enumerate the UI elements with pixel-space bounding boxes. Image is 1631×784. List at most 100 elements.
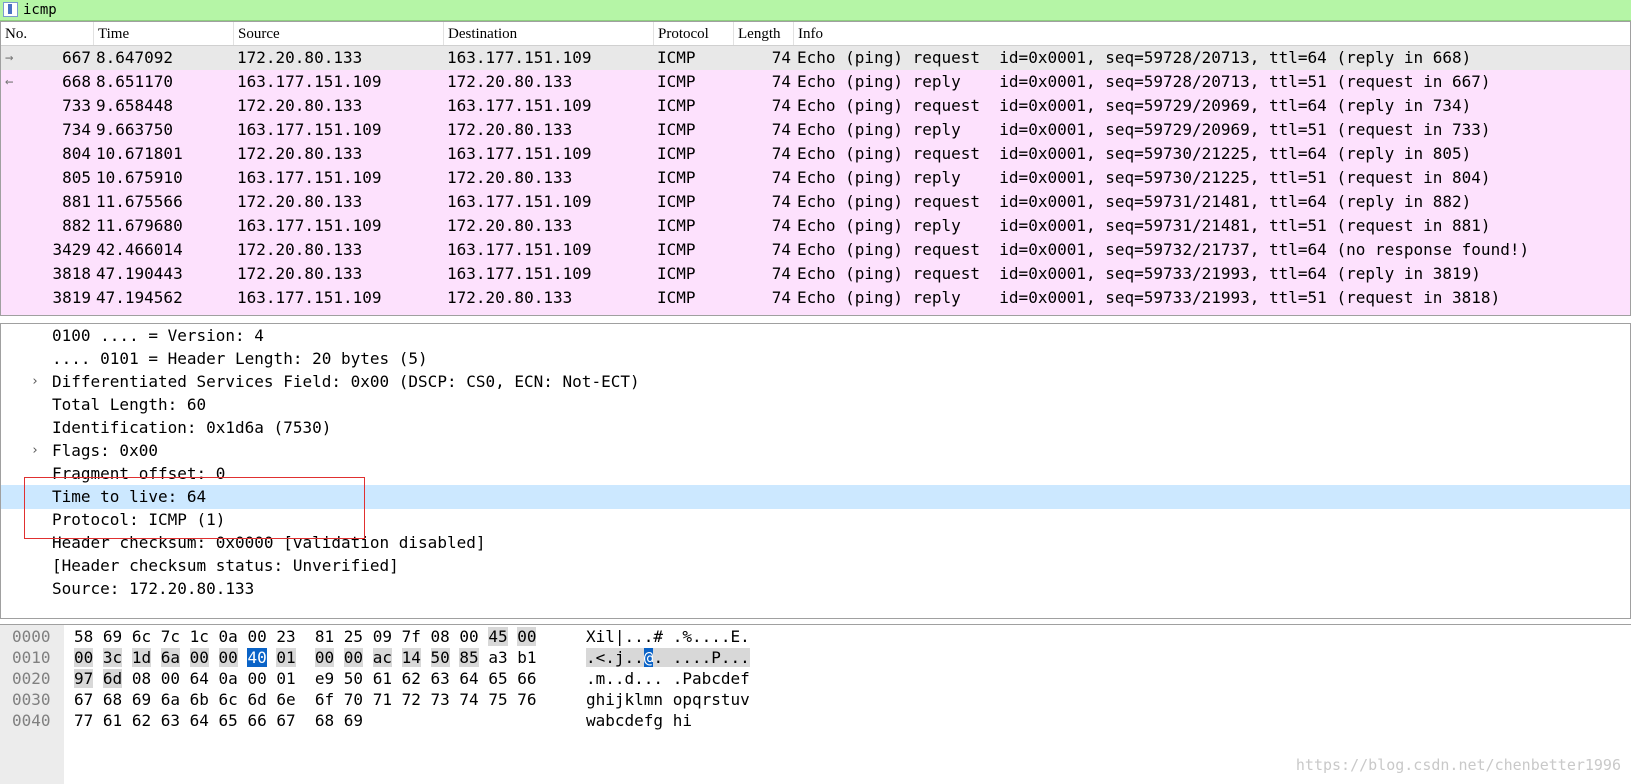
hex-byte[interactable]: 6a [160, 648, 180, 667]
hex-byte[interactable]: a3 [488, 648, 507, 667]
hex-bytes[interactable]: 97 6d 08 00 64 0a 00 01 e9 50 61 62 63 6… [74, 668, 536, 690]
hex-byte[interactable]: 50 [430, 648, 450, 667]
ascii-bytes[interactable]: .<.j..@. ....P... [586, 647, 750, 669]
packet-row[interactable]: ← 668 8.651170 163.177.151.109 172.20.80.133… [1, 70, 1630, 94]
column-header-source[interactable]: Source [234, 22, 444, 45]
hex-byte[interactable]: 65 [488, 669, 507, 688]
hex-byte[interactable]: 00 [247, 627, 266, 646]
hex-byte[interactable]: 40 [247, 648, 267, 667]
hex-byte[interactable]: 6c [219, 690, 238, 709]
detail-row[interactable]: Source: 172.20.80.133 [1, 577, 1630, 601]
hex-byte[interactable]: 7f [402, 627, 421, 646]
packet-row[interactable]: 3429 42.466014 172.20.80.133 163.177.151.10… [1, 238, 1630, 262]
hex-byte[interactable]: 71 [373, 690, 392, 709]
hex-byte[interactable]: 1d [131, 648, 152, 667]
packet-row[interactable]: 3819 47.194562 163.177.151.109 172.20.80.13… [1, 286, 1630, 310]
column-header-length[interactable]: Length [734, 22, 794, 45]
column-header-protocol[interactable]: Protocol [654, 22, 734, 45]
hex-byte[interactable]: 6d [102, 669, 123, 688]
hex-byte[interactable]: 62 [402, 669, 421, 688]
detail-row[interactable]: Protocol: ICMP (1) [1, 508, 1630, 532]
detail-row[interactable]: Fragment offset: 0 [1, 462, 1630, 486]
hex-byte[interactable]: 61 [373, 669, 392, 688]
hex-byte[interactable]: 00 [189, 648, 209, 667]
hex-byte[interactable]: 64 [459, 669, 478, 688]
hex-byte[interactable]: 66 [517, 669, 536, 688]
column-header-time[interactable]: Time [94, 22, 234, 45]
hex-byte[interactable]: 64 [190, 669, 209, 688]
column-header-destination[interactable]: Destination [444, 22, 654, 45]
hex-byte[interactable]: 0a [219, 627, 238, 646]
packet-row[interactable]: 881 11.675566 172.20.80.133 163.177.151.109… [1, 190, 1630, 214]
hex-byte[interactable]: 01 [276, 669, 295, 688]
packet-row[interactable]: 733 9.658448 172.20.80.133 163.177.151.109 I… [1, 94, 1630, 118]
hex-byte[interactable]: 76 [517, 690, 536, 709]
hex-byte[interactable]: 23 [276, 627, 295, 646]
hex-byte[interactable]: 6b [190, 690, 209, 709]
column-header-no[interactable]: No. [1, 22, 94, 45]
hex-byte[interactable]: 62 [132, 711, 151, 730]
column-header-info[interactable]: Info [794, 22, 1630, 45]
hex-byte[interactable]: 64 [190, 711, 209, 730]
detail-row[interactable]: Identification: 0x1d6a (7530) [1, 416, 1630, 440]
packet-row[interactable]: 734 9.663750 163.177.151.109 172.20.80.133 I… [1, 118, 1630, 142]
hex-bytes[interactable]: 58 69 6c 7c 1c 0a 00 23 81 25 09 7f 08 0… [74, 626, 537, 648]
hex-byte[interactable]: 68 [315, 711, 334, 730]
hex-byte[interactable]: 61 [103, 711, 122, 730]
hex-byte[interactable]: 01 [276, 648, 296, 667]
hex-byte[interactable]: 00 [343, 648, 364, 667]
hex-byte[interactable]: 6d [247, 690, 266, 709]
ascii-bytes[interactable]: wabcdefg hi [586, 710, 692, 732]
ascii-bytes[interactable]: Xil|...# .%....E. [586, 626, 750, 648]
hex-byte[interactable]: 1c [190, 627, 209, 646]
hex-byte[interactable]: 66 [247, 711, 266, 730]
hex-byte[interactable]: e9 [315, 669, 334, 688]
hex-byte[interactable]: 85 [459, 648, 479, 667]
hex-byte[interactable]: 58 [74, 627, 93, 646]
detail-row[interactable]: › Differentiated Services Field: 0x00 (DS… [1, 370, 1630, 394]
hex-byte[interactable]: b1 [517, 648, 536, 667]
packet-details-pane[interactable]: 0100 .... = Version: 4 .... 0101 = Header… [0, 323, 1631, 619]
hex-byte[interactable]: 74 [459, 690, 478, 709]
detail-row[interactable]: Time to live: 64 [1, 485, 1630, 509]
hex-byte[interactable]: 25 [344, 627, 363, 646]
hex-byte[interactable]: 69 [132, 690, 151, 709]
packet-row[interactable]: 805 10.675910 163.177.151.109 172.20.80.133… [1, 166, 1630, 190]
hex-bytes[interactable]: 77 61 62 63 64 65 66 67 68 69 [74, 710, 363, 732]
detail-row[interactable]: .... 0101 = Header Length: 20 bytes (5) [1, 347, 1630, 371]
hex-byte[interactable]: 00 [247, 669, 266, 688]
expand-chevron-icon[interactable]: › [31, 439, 39, 463]
hex-byte[interactable]: 50 [344, 669, 363, 688]
packet-row[interactable]: → 667 8.647092 172.20.80.133 163.177.151.109… [1, 46, 1630, 70]
hex-byte[interactable]: 00 [517, 627, 537, 646]
hex-bytes[interactable]: 00 3c 1d 6a 00 00 40 01 00 00 ac 14 50 8… [74, 647, 536, 669]
hex-byte[interactable]: 6e [276, 690, 295, 709]
hex-byte[interactable]: 6f [315, 690, 334, 709]
ascii-bytes[interactable]: .m..d... .Pabcdef [586, 668, 750, 690]
detail-row[interactable]: › Flags: 0x00 [1, 439, 1630, 463]
hex-byte[interactable]: 00 [161, 669, 180, 688]
hex-byte[interactable]: 08 [132, 669, 151, 688]
hex-byte[interactable]: 14 [401, 648, 421, 667]
hex-byte[interactable]: 81 [315, 627, 334, 646]
hex-byte[interactable]: 00 [459, 627, 478, 646]
packet-list[interactable]: No. Time Source Destination Protocol Len… [0, 21, 1631, 316]
hex-byte[interactable]: 63 [161, 711, 180, 730]
hex-byte[interactable]: 70 [344, 690, 363, 709]
expand-chevron-icon[interactable]: › [31, 370, 39, 394]
detail-row[interactable]: Header checksum: 0x0000 [validation disa… [1, 531, 1630, 555]
hex-byte[interactable]: 00 [74, 648, 94, 667]
hex-byte[interactable]: ac [372, 648, 392, 667]
hex-byte[interactable]: 08 [431, 627, 450, 646]
hex-byte[interactable]: 67 [74, 690, 93, 709]
hex-byte[interactable]: 63 [431, 669, 450, 688]
hex-byte[interactable]: 75 [488, 690, 507, 709]
hex-byte[interactable]: 6a [161, 690, 180, 709]
hex-bytes[interactable]: 67 68 69 6a 6b 6c 6d 6e 6f 70 71 72 73 7… [74, 689, 536, 711]
ascii-bytes[interactable]: ghijklmn opqrstuv [586, 689, 750, 711]
hex-byte[interactable]: 3c [102, 648, 123, 667]
hex-byte[interactable]: 65 [219, 711, 238, 730]
hex-byte[interactable]: 68 [103, 690, 122, 709]
hex-byte[interactable]: 97 [74, 669, 94, 688]
hex-byte[interactable]: 67 [276, 711, 295, 730]
